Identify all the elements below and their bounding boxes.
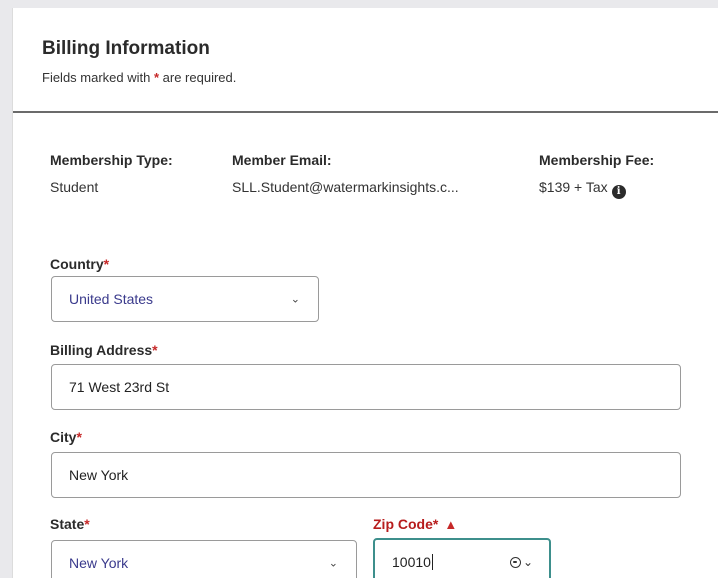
zip-code-required: * (432, 516, 439, 532)
state-required: * (84, 516, 90, 532)
required-note-pre: Fields marked with (42, 70, 154, 85)
membership-fee-value: $139 + Tax i (539, 179, 626, 199)
page-title: Billing Information (42, 38, 210, 59)
city-required: * (76, 429, 82, 445)
zip-code-input[interactable]: 10010 ⌄ (373, 538, 551, 578)
info-icon[interactable]: i (611, 185, 626, 199)
zip-code-label-text: Zip Code (373, 516, 433, 532)
chevron-down-icon: ⌄ (290, 293, 300, 306)
zip-code-label: Zip Code* ▲ (373, 516, 457, 532)
autofill-menu[interactable]: ⌄ (509, 555, 533, 569)
country-select[interactable]: United States ⌄ (51, 276, 319, 322)
membership-type-value: Student (50, 179, 99, 195)
billing-address-required: * (152, 342, 158, 358)
chevron-down-icon: ⌄ (522, 555, 533, 569)
autofill-icon (509, 556, 521, 568)
membership-fee-label: Membership Fee: (539, 152, 655, 168)
chevron-down-icon: ⌄ (328, 557, 338, 570)
country-select-value: United States (69, 291, 154, 307)
membership-type-label: Membership Type: (50, 152, 173, 168)
state-label-text: State (50, 516, 85, 532)
member-email-value: SLL.Student@watermarkinsights.c... (232, 179, 459, 195)
city-input[interactable]: New York (51, 452, 681, 498)
zip-code-value: 10010 (392, 554, 431, 570)
city-label-text: City (50, 429, 77, 445)
country-label: Country* (50, 256, 109, 272)
billing-address-value: 71 West 23rd St (69, 379, 170, 395)
required-note-post: are required. (159, 70, 237, 85)
billing-address-label: Billing Address* (50, 342, 158, 358)
card-header: Billing Information Fields marked with *… (13, 8, 718, 113)
text-caret (431, 554, 433, 570)
city-label: City* (50, 429, 82, 445)
billing-card: Billing Information Fields marked with *… (12, 8, 718, 578)
membership-fee-amount: $139 + Tax (539, 179, 608, 195)
required-note: Fields marked with * are required. (42, 70, 236, 85)
city-value: New York (69, 467, 129, 483)
member-email-label: Member Email: (232, 152, 332, 168)
state-select[interactable]: New York ⌄ (51, 540, 357, 578)
billing-address-input[interactable]: 71 West 23rd St (51, 364, 681, 410)
warning-icon: ▲ (444, 517, 458, 532)
country-label-text: Country (50, 256, 104, 272)
state-select-value: New York (69, 555, 129, 571)
state-label: State* (50, 516, 90, 532)
country-required: * (103, 256, 110, 272)
billing-address-label-text: Billing Address (50, 342, 153, 358)
